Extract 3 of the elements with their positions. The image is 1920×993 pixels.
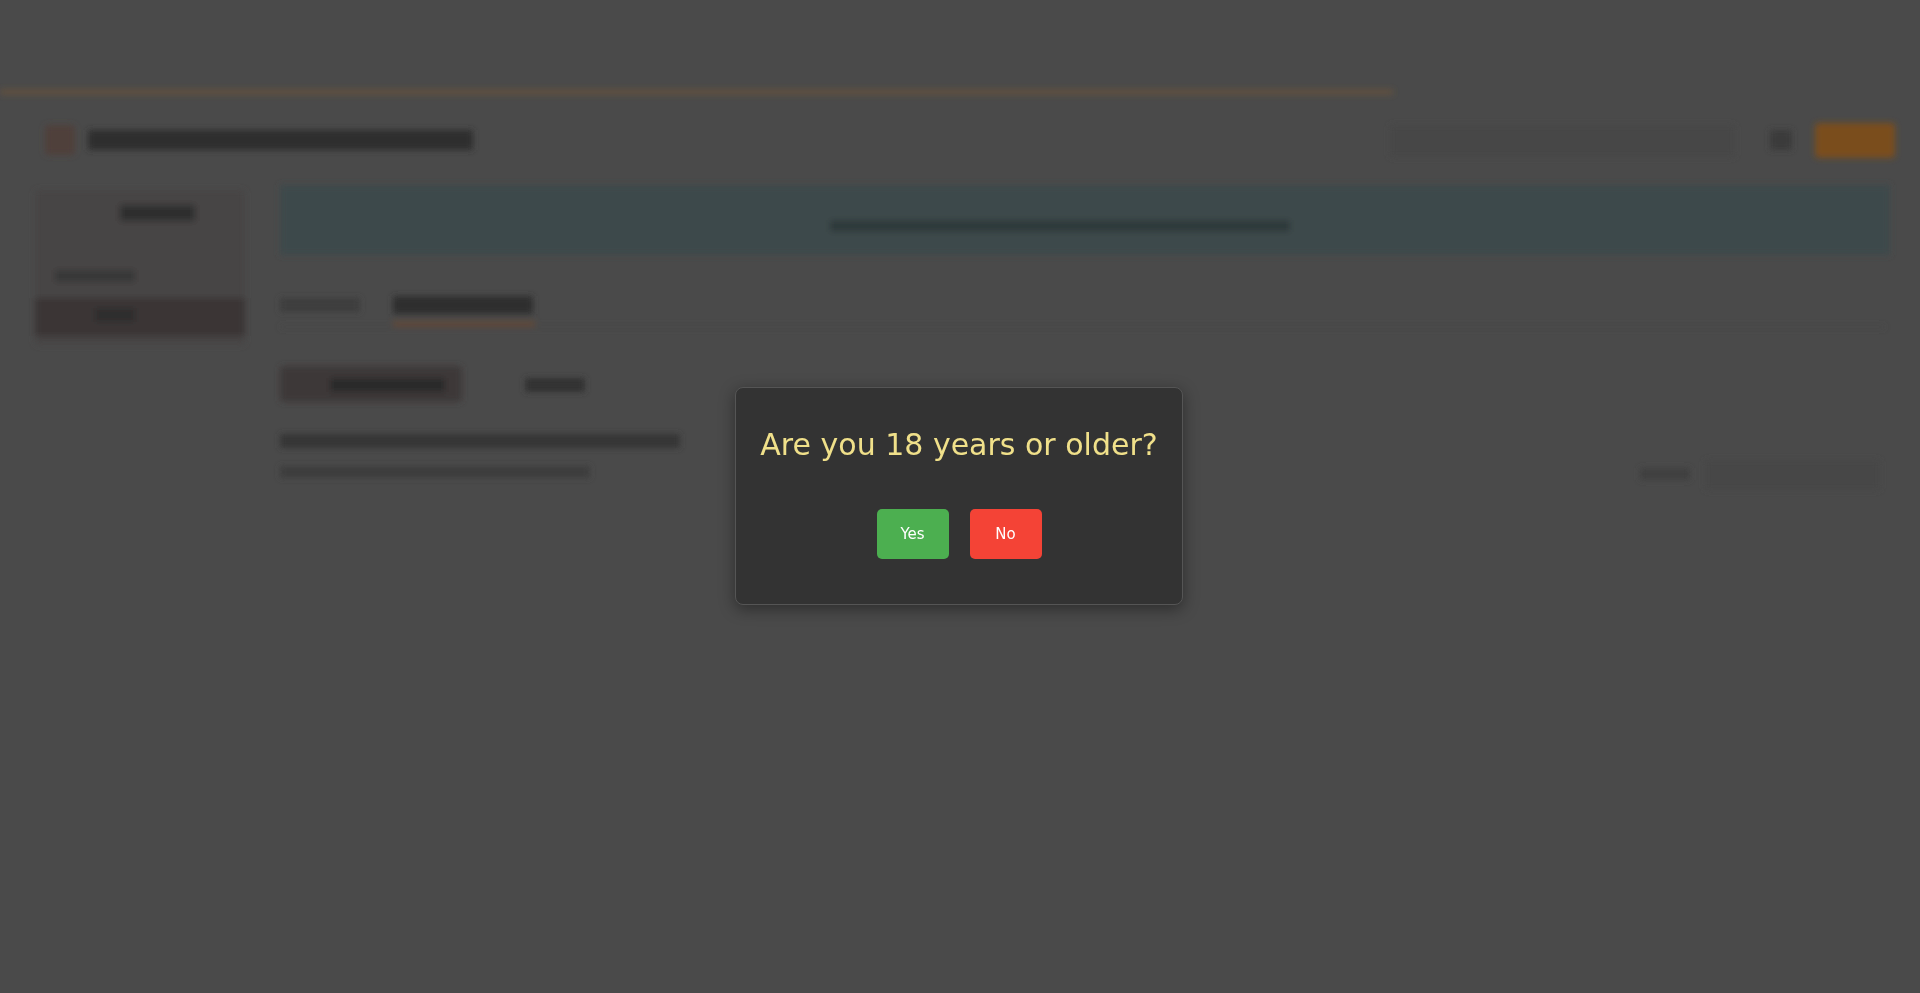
yes-button[interactable]: Yes (876, 509, 949, 559)
dialog-title: Are you 18 years or older? (760, 427, 1158, 462)
no-button[interactable]: No (969, 509, 1042, 559)
